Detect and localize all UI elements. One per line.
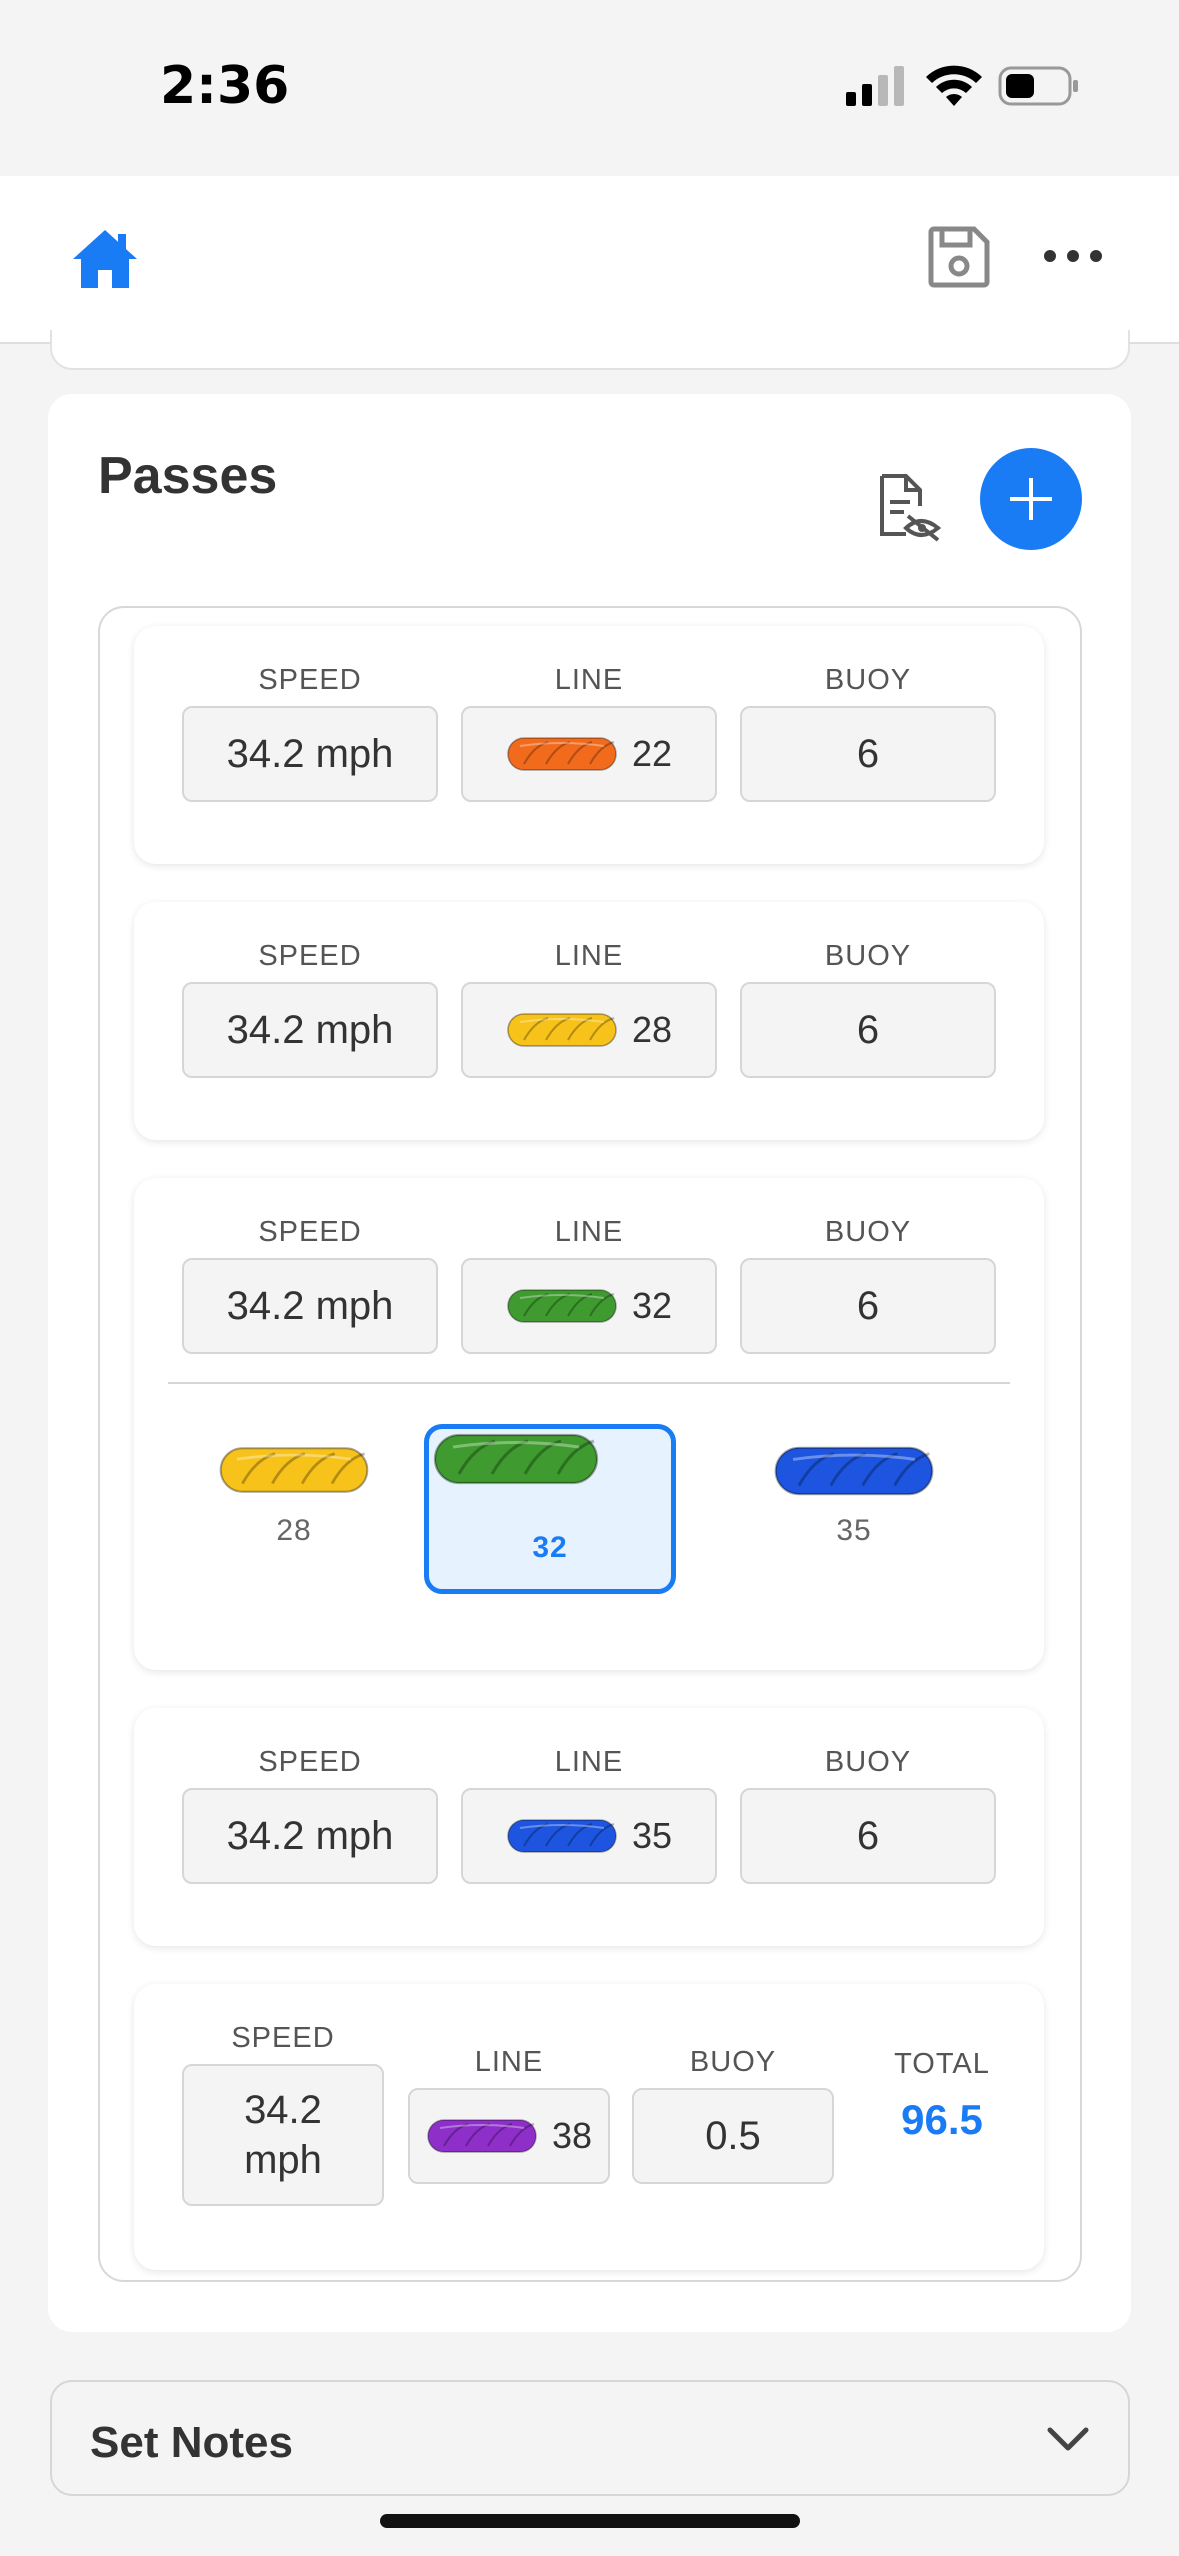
buoy-input[interactable]: 6 bbox=[740, 706, 996, 802]
more-icon[interactable] bbox=[1042, 244, 1104, 268]
line-field: LINE 32 bbox=[461, 1216, 717, 1354]
speed-field: SPEED 34.2 mph bbox=[182, 940, 438, 1078]
speed-field: SPEED 34.2 mph bbox=[182, 2022, 384, 2206]
battery-icon bbox=[998, 66, 1078, 106]
buoy-input[interactable]: 6 bbox=[740, 1258, 996, 1354]
plus-icon bbox=[1010, 478, 1052, 520]
rope-icon bbox=[507, 1289, 617, 1323]
rope-icon bbox=[427, 2119, 537, 2153]
rope-icon bbox=[507, 1013, 617, 1047]
buoy-input[interactable]: 6 bbox=[740, 982, 996, 1078]
line-select[interactable]: 35 bbox=[461, 1788, 717, 1884]
buoy-field: BUOY 6 bbox=[740, 1216, 996, 1354]
rope-icon bbox=[507, 737, 617, 771]
wifi-icon bbox=[926, 65, 982, 106]
buoy-field: BUOY 6 bbox=[740, 1746, 996, 1884]
speed-input[interactable]: 34.2 mph bbox=[182, 2064, 384, 2206]
speed-field: SPEED 34.2 mph bbox=[182, 664, 438, 802]
line-field: LINE 35 bbox=[461, 1746, 717, 1884]
speed-field: SPEED 34.2 mph bbox=[182, 1746, 438, 1884]
save-icon[interactable] bbox=[928, 226, 990, 288]
line-select[interactable]: 28 bbox=[461, 982, 717, 1078]
speed-input[interactable]: 34.2 mph bbox=[182, 1788, 438, 1884]
line-field: LINE 22 bbox=[461, 664, 717, 802]
line-select[interactable]: 22 bbox=[461, 706, 717, 802]
line-option-32-selected[interactable]: 32 bbox=[424, 1424, 676, 1594]
pass-row: SPEED 34.2 mph LINE 22 BUOY 6 bbox=[134, 626, 1044, 864]
speed-input[interactable]: 34.2 mph bbox=[182, 982, 438, 1078]
line-field: LINE 38 bbox=[408, 2046, 610, 2184]
passes-list: SPEED 34.2 mph LINE 22 BUOY 6 SPEED 34.2… bbox=[98, 606, 1082, 2282]
rope-icon bbox=[433, 1433, 599, 1485]
previous-card-edge bbox=[50, 330, 1130, 370]
pass-row: SPEED 34.2 mph LINE 28 BUOY 6 bbox=[134, 902, 1044, 1140]
pass-row-final: SPEED 34.2 mph LINE 38 BUOY 0.5 TOTAL 96… bbox=[134, 1984, 1044, 2270]
home-indicator[interactable] bbox=[380, 2514, 800, 2528]
status-time: 2:36 bbox=[160, 56, 290, 116]
nav-bar bbox=[0, 176, 1179, 344]
line-option-28[interactable]: 28 bbox=[194, 1442, 394, 1572]
buoy-field: BUOY 0.5 bbox=[632, 2046, 834, 2184]
line-select[interactable]: 32 bbox=[461, 1258, 717, 1354]
total-value: 96.5 bbox=[901, 2096, 983, 2143]
buoy-field: BUOY 6 bbox=[740, 664, 996, 802]
total-label: TOTAL bbox=[894, 2048, 990, 2080]
passes-card: Passes SPEED 34.2 mph LINE 22 BUOY 6 SPE… bbox=[48, 394, 1131, 2332]
chevron-down-icon bbox=[1047, 2427, 1089, 2451]
speed-field: SPEED 34.2 mph bbox=[182, 1216, 438, 1354]
buoy-input[interactable]: 6 bbox=[740, 1788, 996, 1884]
add-pass-button[interactable] bbox=[980, 448, 1082, 550]
line-select[interactable]: 38 bbox=[408, 2088, 610, 2184]
pass-row: SPEED 34.2 mph LINE 35 BUOY 6 bbox=[134, 1708, 1044, 1946]
speed-input[interactable]: 34.2 mph bbox=[182, 1258, 438, 1354]
buoy-field: BUOY 6 bbox=[740, 940, 996, 1078]
line-field: LINE 28 bbox=[461, 940, 717, 1078]
pass-row-expanded: SPEED 34.2 mph LINE 32 BUOY 6 28 32 35 bbox=[134, 1178, 1044, 1670]
cellular-signal-icon bbox=[846, 66, 904, 106]
line-option-35[interactable]: 35 bbox=[754, 1442, 954, 1572]
rope-icon bbox=[219, 1447, 369, 1493]
rope-icon bbox=[774, 1446, 934, 1496]
set-notes-title: Set Notes bbox=[90, 2418, 293, 2467]
passes-title: Passes bbox=[98, 447, 278, 505]
speed-input[interactable]: 34.2 mph bbox=[182, 706, 438, 802]
status-bar: 2:36 bbox=[0, 0, 1179, 176]
rope-icon bbox=[507, 1819, 617, 1853]
set-notes-accordion[interactable]: Set Notes bbox=[50, 2380, 1130, 2496]
home-icon[interactable] bbox=[70, 226, 140, 292]
hide-document-icon[interactable] bbox=[876, 472, 942, 542]
divider bbox=[168, 1382, 1010, 1384]
buoy-input[interactable]: 0.5 bbox=[632, 2088, 834, 2184]
